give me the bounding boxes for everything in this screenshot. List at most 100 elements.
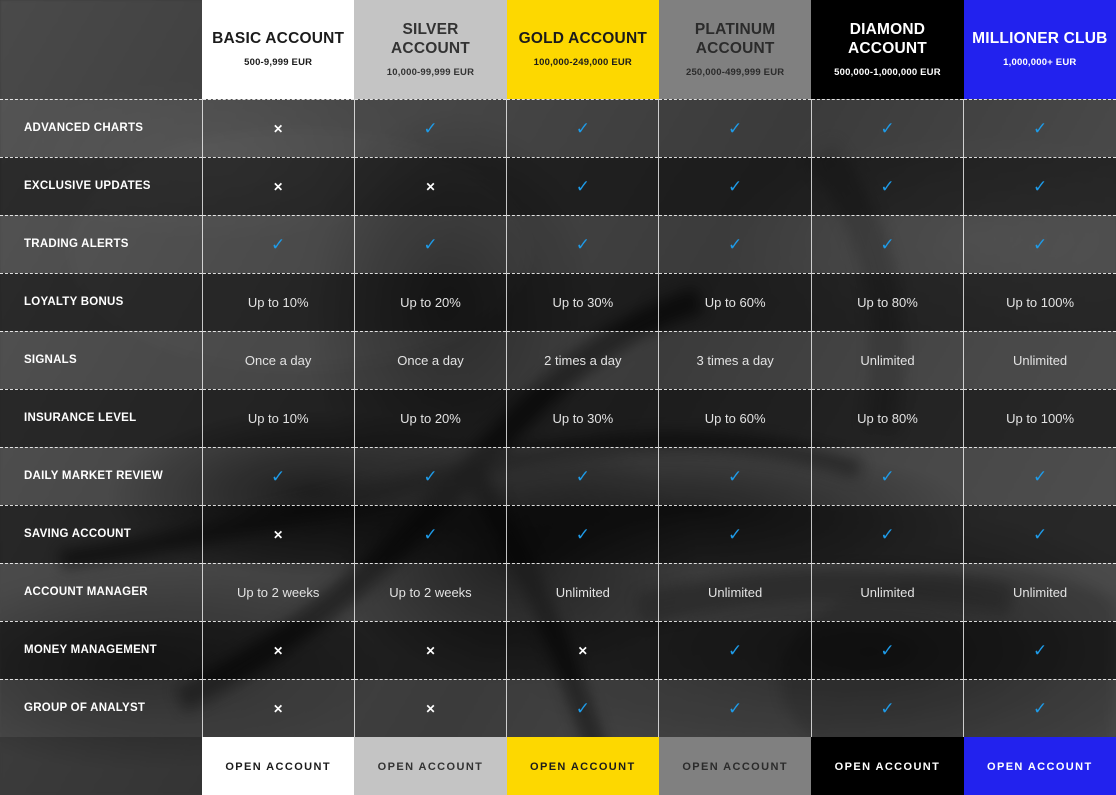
feature-value-cell: ✕ xyxy=(202,504,355,563)
feature-value-cell: ✓ xyxy=(658,504,812,563)
check-icon: ✓ xyxy=(1032,234,1048,254)
header-corner-cell xyxy=(0,0,202,99)
open-account-button-millioner[interactable]: OPEN ACCOUNT xyxy=(963,737,1116,795)
check-icon: ✓ xyxy=(423,234,438,254)
check-icon: ✓ xyxy=(728,640,743,660)
feature-label: GROUP OF ANALYST xyxy=(0,678,203,737)
table-row: GROUP OF ANALYST ✕ ✕ ✓ ✓ ✓ ✓ xyxy=(0,678,1116,737)
feature-value-cell: ✓ xyxy=(811,620,965,679)
feature-value-cell: ✓ xyxy=(202,214,355,273)
table-footer: OPEN ACCOUNT OPEN ACCOUNT OPEN ACCOUNT OPEN… xyxy=(0,737,1116,795)
check-icon: ✓ xyxy=(728,524,743,544)
plan-header-diamond: DIAMOND ACCOUNT 500,000-1,000,000 EUR xyxy=(811,0,964,99)
check-icon: ✓ xyxy=(880,640,895,660)
table-header: BASIC ACCOUNT 500-9,999 EUR SILVER ACCOUNT… xyxy=(0,0,1116,99)
plan-name: GOLD ACCOUNT xyxy=(518,30,648,48)
check-icon: ✓ xyxy=(880,176,895,196)
cross-icon: ✕ xyxy=(425,643,436,658)
feature-value-cell: ✓ xyxy=(506,678,660,737)
feature-value-cell: ✓ xyxy=(963,678,1116,737)
plan-header-gold: GOLD ACCOUNT 100,000-249,000 EUR xyxy=(506,0,659,99)
feature-value-cell: ✓ xyxy=(811,156,965,215)
open-account-button-basic[interactable]: OPEN ACCOUNT xyxy=(202,737,355,795)
open-account-label: OPEN ACCOUNT xyxy=(834,761,941,773)
open-account-label: OPEN ACCOUNT xyxy=(377,761,484,773)
check-icon: ✓ xyxy=(728,176,743,196)
plan-name: BASIC ACCOUNT xyxy=(212,30,345,48)
check-icon: ✓ xyxy=(880,234,895,254)
feature-value-text: Unlimited xyxy=(555,584,610,600)
open-account-button-platinum[interactable]: OPEN ACCOUNT xyxy=(658,737,812,795)
feature-label: INSURANCE LEVEL xyxy=(0,388,203,447)
feature-value-cell: ✓ xyxy=(354,214,508,273)
feature-value-cell: ✕ xyxy=(202,98,355,157)
feature-value-cell: Up to 2 weeks xyxy=(354,562,508,621)
feature-value-cell: ✓ xyxy=(354,98,508,157)
feature-value-cell: ✓ xyxy=(202,446,355,505)
feature-value-text: Unlimited xyxy=(860,352,915,368)
feature-value-cell: Unlimited xyxy=(963,562,1116,621)
feature-value-cell: ✕ xyxy=(354,620,508,679)
feature-value-cell: Up to 20% xyxy=(354,388,508,447)
open-account-button-gold[interactable]: OPEN ACCOUNT xyxy=(506,737,659,795)
feature-value-text: Up to 10% xyxy=(247,294,309,310)
table-row: SAVING ACCOUNT ✕ ✓ ✓ ✓ ✓ ✓ xyxy=(0,504,1116,563)
feature-value-cell: ✓ xyxy=(506,446,660,505)
open-account-button-silver[interactable]: OPEN ACCOUNT xyxy=(354,737,507,795)
feature-value-cell: ✕ xyxy=(354,678,508,737)
feature-value-text: Up to 100% xyxy=(1006,294,1075,310)
table-row: TRADING ALERTS ✓ ✓ ✓ ✓ ✓ ✓ xyxy=(0,214,1116,273)
feature-value-cell: ✓ xyxy=(354,504,508,563)
plan-price-range: 10,000-99,999 EUR xyxy=(386,66,475,78)
feature-label: EXCLUSIVE UPDATES xyxy=(0,156,203,215)
table-row: LOYALTY BONUS Up to 10% Up to 20% Up to 30%… xyxy=(0,272,1116,331)
footer-corner-cell xyxy=(0,737,202,795)
feature-value-cell: ✓ xyxy=(658,446,812,505)
cross-icon: ✕ xyxy=(273,701,284,716)
open-account-button-diamond[interactable]: OPEN ACCOUNT xyxy=(811,737,964,795)
feature-value-cell: Up to 2 weeks xyxy=(202,562,355,621)
check-icon: ✓ xyxy=(423,118,438,138)
feature-label: ACCOUNT MANAGER xyxy=(0,562,203,621)
feature-value-text: Up to 2 weeks xyxy=(236,584,320,600)
feature-value-cell: ✓ xyxy=(811,98,965,157)
feature-value-cell: Up to 80% xyxy=(811,272,965,331)
check-icon: ✓ xyxy=(271,234,286,254)
check-icon: ✓ xyxy=(271,466,286,486)
feature-value-cell: 3 times a day xyxy=(658,330,812,389)
table-row: ACCOUNT MANAGER Up to 2 weeks Up to 2 week… xyxy=(0,562,1116,621)
pricing-comparison-table: BASIC ACCOUNT 500-9,999 EUR SILVER ACCOUNT… xyxy=(0,0,1116,795)
cross-icon: ✕ xyxy=(425,701,436,716)
feature-value-text: Up to 100% xyxy=(1006,410,1075,426)
feature-value-cell: ✓ xyxy=(658,98,812,157)
cross-icon: ✕ xyxy=(273,179,284,194)
check-icon: ✓ xyxy=(575,118,590,138)
open-account-label: OPEN ACCOUNT xyxy=(530,761,636,773)
feature-value-cell: ✓ xyxy=(963,156,1116,215)
plan-name: DIAMOND ACCOUNT xyxy=(848,20,927,57)
feature-value-cell: ✓ xyxy=(811,678,965,737)
feature-label: SAVING ACCOUNT xyxy=(0,504,203,563)
feature-value-cell: ✓ xyxy=(506,214,660,273)
check-icon: ✓ xyxy=(1032,640,1048,660)
check-icon: ✓ xyxy=(575,234,590,254)
check-icon: ✓ xyxy=(1032,466,1048,486)
feature-value-text: Unlimited xyxy=(1012,352,1068,368)
feature-value-cell: Unlimited xyxy=(658,562,812,621)
feature-value-cell: ✓ xyxy=(811,214,965,273)
table-row: SIGNALS Once a day Once a day 2 times a day… xyxy=(0,330,1116,389)
feature-value-cell: Up to 30% xyxy=(506,272,660,331)
check-icon: ✓ xyxy=(728,698,743,718)
feature-value-text: Up to 10% xyxy=(247,410,309,426)
open-account-label: OPEN ACCOUNT xyxy=(682,761,788,773)
table-row: ADVANCED CHARTS ✕ ✓ ✓ ✓ ✓ ✓ xyxy=(0,98,1116,157)
feature-value-text: Up to 20% xyxy=(400,410,461,426)
table-row: INSURANCE LEVEL Up to 10% Up to 20% Up to 3… xyxy=(0,388,1116,447)
cross-icon: ✕ xyxy=(273,121,284,136)
feature-value-cell: ✕ xyxy=(202,620,355,679)
plan-price-range: 100,000-249,000 EUR xyxy=(533,57,632,69)
feature-value-cell: Once a day xyxy=(202,330,355,389)
feature-value-text: Unlimited xyxy=(708,584,763,600)
feature-value-cell: ✓ xyxy=(963,98,1116,157)
plan-price-range: 500,000-1,000,000 EUR xyxy=(834,66,941,78)
